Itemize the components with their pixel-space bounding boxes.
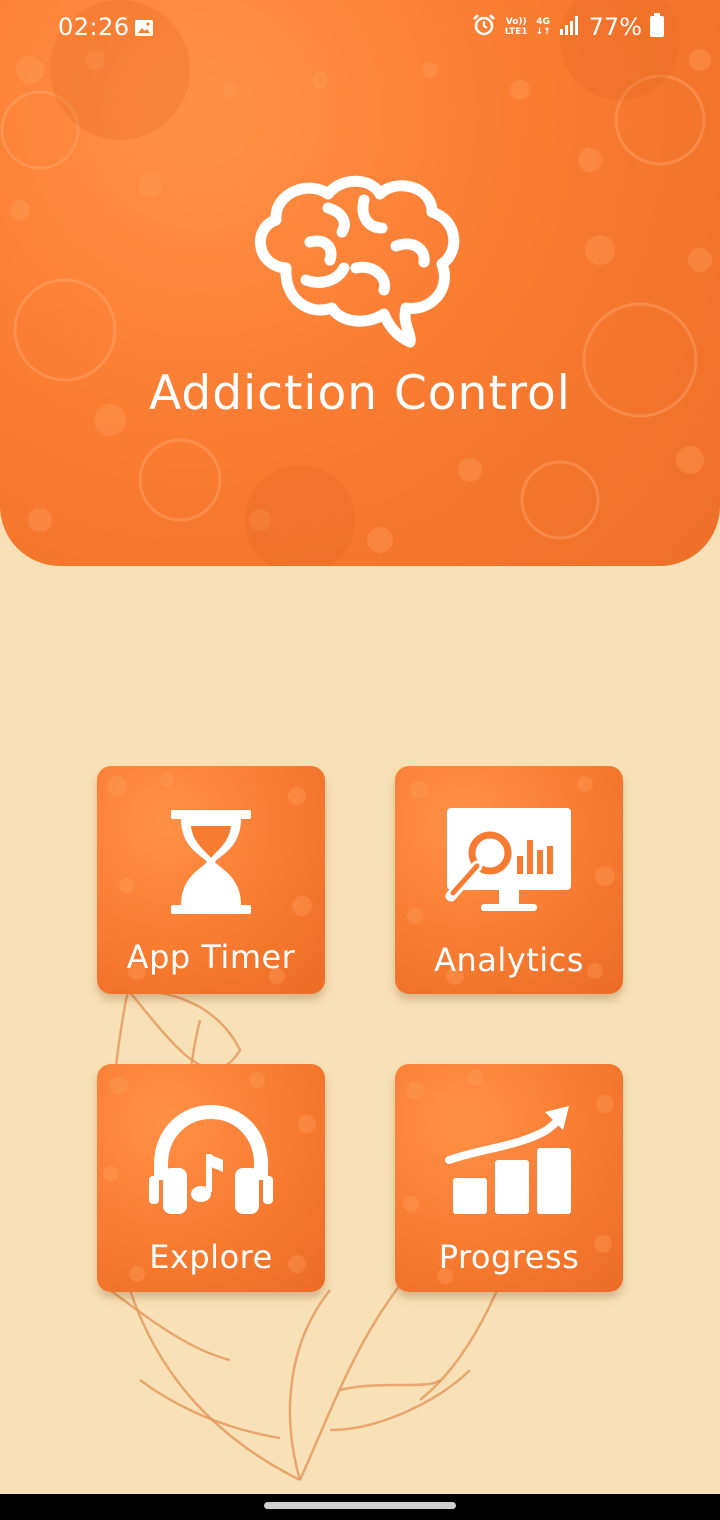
signal-icon: [559, 14, 581, 40]
status-indicators: Vo)) LTE1 4G ↓↑ 77%: [471, 12, 664, 42]
volte-label: Vo)): [505, 17, 527, 27]
progress-button[interactable]: Progress: [395, 1064, 623, 1292]
battery-percent: 77%: [588, 13, 642, 41]
analytics-button[interactable]: Analytics: [395, 766, 623, 994]
app-timer-button[interactable]: App Timer: [97, 766, 325, 994]
volte-indicator: Vo)) LTE1: [505, 17, 528, 37]
gallery-icon: [134, 19, 154, 41]
brain-icon: [246, 168, 468, 352]
analytics-label: Analytics: [434, 941, 584, 979]
home-gesture-handle[interactable]: [264, 1502, 456, 1509]
network-gen-indicator: 4G ↓↑: [536, 17, 551, 37]
status-bar: 02:26 Vo)) LTE1 4G ↓↑ 77%: [0, 0, 720, 58]
battery-icon: [650, 13, 664, 41]
alarm-icon: [471, 12, 497, 42]
progress-label: Progress: [438, 1238, 580, 1276]
status-time: 02:26: [58, 13, 130, 41]
explore-button[interactable]: Explore: [97, 1064, 325, 1292]
app-timer-label: App Timer: [126, 938, 296, 976]
system-nav-bar: [0, 1494, 720, 1520]
data-arrows-icon: ↓↑: [535, 27, 551, 37]
app-title: Addiction Control: [149, 366, 571, 421]
network-gen-label: 4G: [536, 17, 550, 27]
explore-label: Explore: [149, 1238, 273, 1276]
lte-label: LTE1: [504, 27, 528, 37]
header-banner: Addiction Control: [0, 0, 720, 566]
